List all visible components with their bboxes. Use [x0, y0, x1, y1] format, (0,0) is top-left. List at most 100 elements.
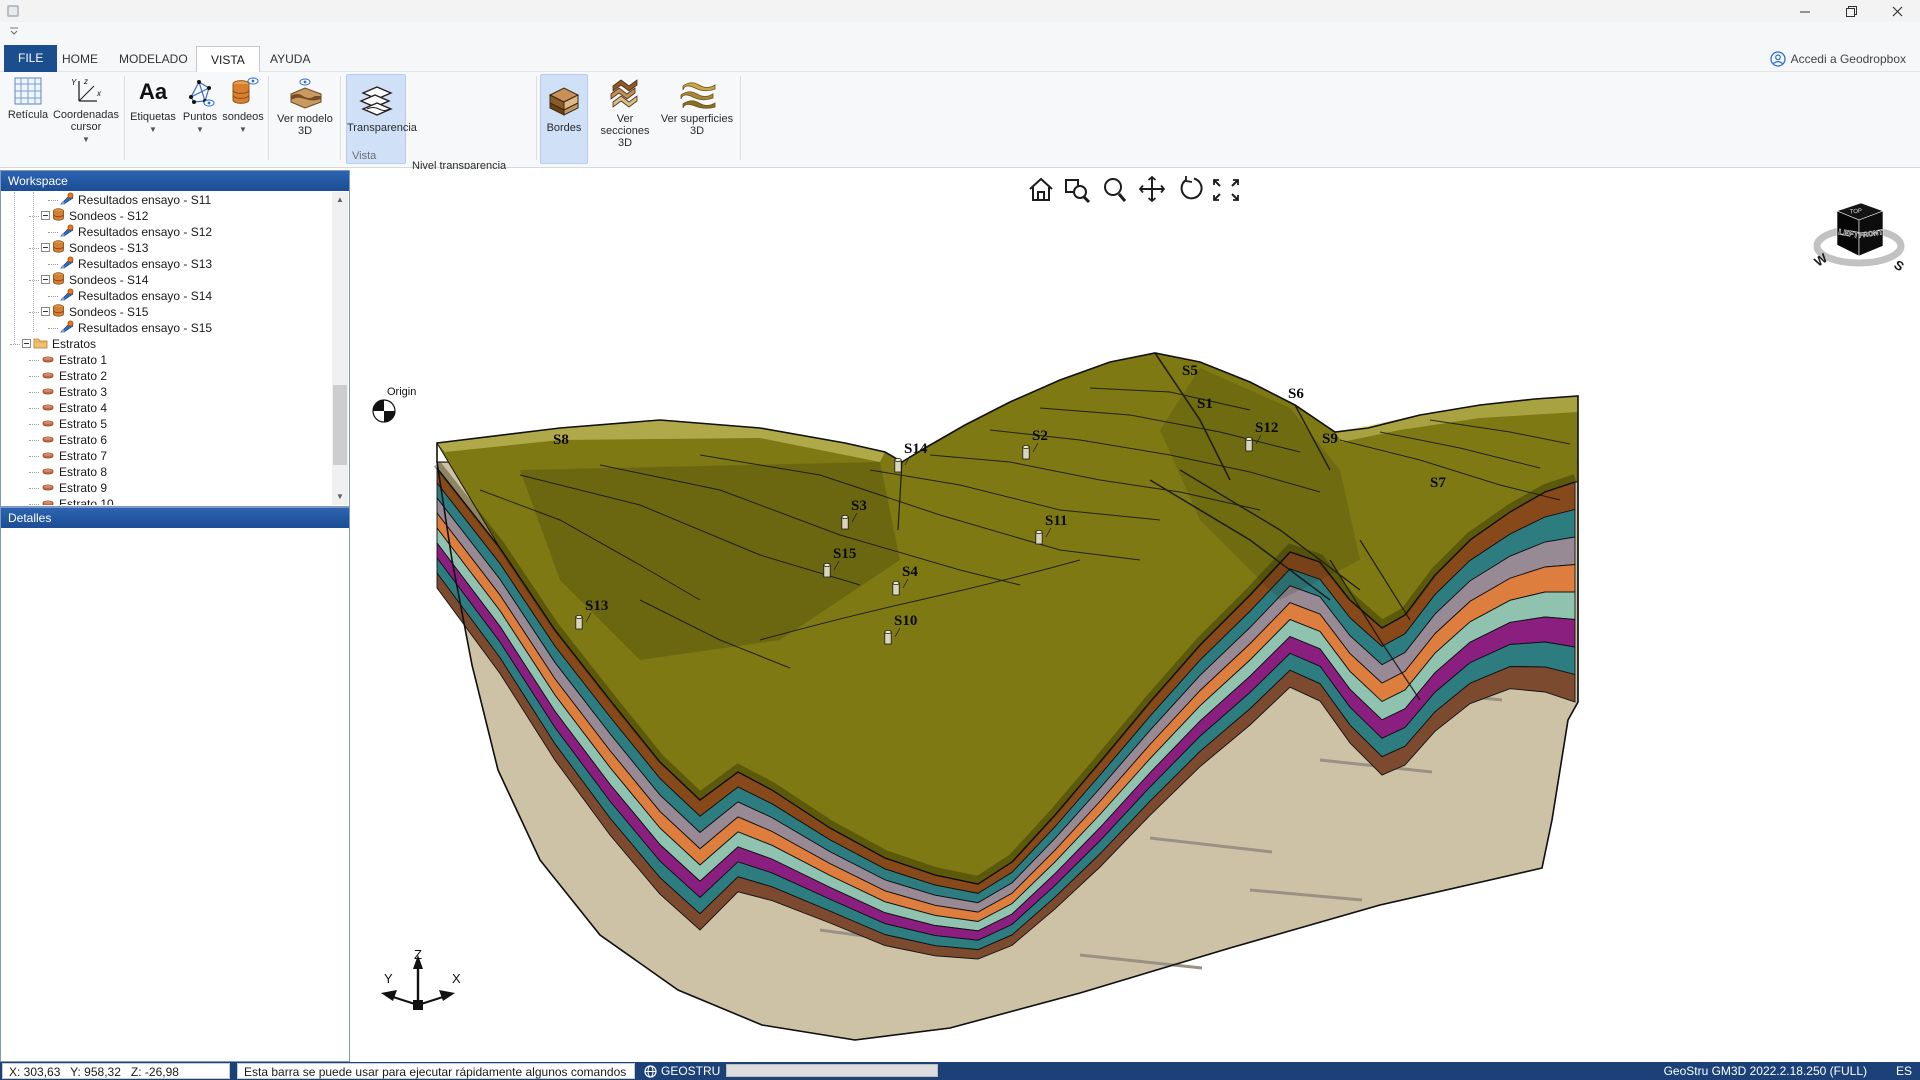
borehole-label-s7: S7 — [1430, 475, 1446, 491]
tree-item-resultados-ensayo-s15[interactable]: Resultados ensayo - S15 — [48, 320, 212, 336]
tab-home[interactable]: HOME — [48, 46, 112, 72]
puntos-button[interactable]: Puntos ▼ — [180, 74, 220, 136]
workspace-header[interactable]: Workspace — [1, 171, 349, 191]
borehole-label-s8: S8 — [553, 432, 569, 448]
borehole-s6: S6 — [1288, 386, 1304, 402]
tree-expand-icon[interactable] — [41, 209, 52, 223]
status-bar: X: 303,63 Y: 958,32 Z: -26,98 Esta barra… — [0, 1062, 1920, 1080]
tree-item-label: Estrato 7 — [59, 449, 107, 463]
viewport-3d[interactable]: TOP LEFT FRONT W S Origin Z Y X — [351, 169, 1920, 1062]
tree-item-estrato-2[interactable]: Estrato 2 — [29, 368, 107, 384]
tree-item-resultados-ensayo-s12[interactable]: Resultados ensayo - S12 — [48, 224, 212, 240]
dropdown-caret-icon[interactable]: ▼ — [222, 124, 264, 136]
tree-item-estrato-8[interactable]: Estrato 8 — [29, 464, 107, 480]
tree-item-estrato-9[interactable]: Estrato 9 — [29, 480, 107, 496]
tree-item-sondeos-s15[interactable]: Sondeos - S15 — [29, 304, 148, 320]
tree-item-resultados-ensayo-s13[interactable]: Resultados ensayo - S13 — [48, 256, 212, 272]
coordenadas-cursor-button[interactable]: Y z x Coordenadas cursor ▼ — [52, 74, 120, 146]
tab-vista[interactable]: VISTA — [196, 46, 260, 72]
sondeos-button[interactable]: sondeos ▼ — [222, 74, 264, 136]
tree-connector — [29, 440, 39, 441]
tree-item-sondeos-s14[interactable]: Sondeos - S14 — [29, 272, 148, 288]
resultado-icon — [60, 192, 74, 208]
close-button[interactable] — [1874, 0, 1920, 22]
tree-item-estrato-1[interactable]: Estrato 1 — [29, 352, 107, 368]
status-progress-bar — [726, 1064, 938, 1077]
workspace-tree: Resultados ensayo - S11Sondeos - S12Resu… — [2, 192, 331, 505]
tree-connector — [48, 328, 58, 329]
estrato-icon — [41, 401, 55, 415]
tree-connector — [29, 456, 39, 457]
command-hint-bar[interactable]: Esta barra se puede usar para ejecutar r… — [237, 1063, 635, 1079]
language-indicator[interactable]: ES — [1896, 1064, 1912, 1078]
tree-connector — [29, 392, 39, 393]
borehole-label-s10: S10 — [894, 613, 917, 629]
tab-ayuda[interactable]: AYUDA — [256, 46, 324, 72]
tree-expand-icon[interactable] — [41, 241, 52, 255]
tree-item-sondeos-s12[interactable]: Sondeos - S12 — [29, 208, 148, 224]
tree-connector — [29, 376, 39, 377]
tree-item-label: Estrato 4 — [59, 401, 107, 415]
dropdown-caret-icon[interactable]: ▼ — [180, 124, 220, 136]
tree-item-estratos[interactable]: Estratos — [10, 336, 96, 352]
svg-text:z: z — [83, 77, 88, 86]
toolbar-options-icon[interactable] — [8, 27, 22, 37]
estrato-icon — [41, 417, 55, 431]
tree-item-estrato-7[interactable]: Estrato 7 — [29, 448, 107, 464]
resultado-icon — [60, 288, 74, 304]
tree-item-resultados-ensayo-s11[interactable]: Resultados ensayo - S11 — [48, 192, 211, 208]
dropdown-caret-icon[interactable]: ▼ — [52, 134, 120, 146]
tree-guide — [14, 192, 15, 344]
reticula-button[interactable]: Retícula — [6, 74, 50, 121]
labels-Aa-icon: Aa — [128, 76, 178, 108]
tree-expand-icon[interactable] — [41, 273, 52, 287]
tree-expand-icon[interactable] — [41, 305, 52, 319]
tree-item-estrato-6[interactable]: Estrato 6 — [29, 432, 107, 448]
tree-connector — [48, 232, 58, 233]
tree-item-estrato-5[interactable]: Estrato 5 — [29, 416, 107, 432]
tree-expand-icon[interactable] — [22, 337, 33, 351]
tree-item-sondeos-s13[interactable]: Sondeos - S13 — [29, 240, 148, 256]
borehole-label-s13: S13 — [585, 598, 608, 614]
dropdown-caret-icon[interactable]: ▼ — [128, 124, 178, 136]
tree-connector — [29, 424, 39, 425]
scroll-up-icon[interactable]: ▲ — [332, 192, 348, 208]
detalles-header[interactable]: Detalles — [1, 508, 349, 528]
quick-access-toolbar — [0, 22, 1920, 42]
geostru-brand[interactable]: GEOSTRU — [644, 1062, 720, 1080]
tree-connector — [48, 264, 58, 265]
borehole-label-s15: S15 — [833, 546, 856, 562]
geological-model[interactable]: S8S2S14S3S11S15S4S13S10S5S1S6S12S9S7 — [351, 169, 1920, 1062]
tree-item-estrato-4[interactable]: Estrato 4 — [29, 400, 107, 416]
tree-connector — [10, 344, 20, 345]
sondeo-icon — [52, 208, 65, 224]
tree-connector — [29, 488, 39, 489]
surfaces-icon — [677, 76, 717, 110]
tree-item-label: Resultados ensayo - S11 — [78, 193, 211, 207]
bordes-label: Bordes — [547, 122, 582, 134]
resultado-icon — [60, 256, 74, 272]
ver-modelo-3d-button[interactable]: Ver modelo 3D — [274, 74, 336, 137]
scroll-thumb[interactable] — [333, 385, 347, 465]
ver-secciones-3d-button[interactable]: Ver secciones 3D — [594, 74, 656, 149]
restore-button[interactable] — [1828, 0, 1874, 22]
ribbon: Retícula Y z x Coordenadas cursor ▼ Aa E… — [0, 72, 1920, 168]
tree-item-resultados-ensayo-s14[interactable]: Resultados ensayo - S14 — [48, 288, 212, 304]
coord-x: X: 303,63 — [9, 1065, 60, 1079]
etiquetas-button[interactable]: Aa Etiquetas ▼ — [128, 74, 178, 136]
tree-item-estrato-10[interactable]: Estrato 10 — [29, 496, 114, 505]
tree-item-label: Resultados ensayo - S12 — [78, 225, 212, 239]
tree-item-label: Estrato 5 — [59, 417, 107, 431]
tab-modelado[interactable]: MODELADO — [105, 46, 202, 72]
tree-item-estrato-3[interactable]: Estrato 3 — [29, 384, 107, 400]
scroll-down-icon[interactable]: ▼ — [332, 489, 348, 505]
workspace-scrollbar[interactable]: ▲ ▼ — [332, 192, 348, 505]
globe-icon — [644, 1065, 657, 1078]
ver-superficies-3d-button[interactable]: Ver superficies 3D — [660, 74, 734, 137]
bordes-button[interactable]: Bordes — [540, 74, 588, 164]
estrato-icon — [41, 353, 55, 367]
borehole-label-s4: S4 — [902, 564, 918, 580]
ver-modelo-label: Ver modelo 3D — [277, 113, 333, 137]
account-login[interactable]: Accedi a Geodropbox — [1770, 50, 1906, 68]
minimize-button[interactable] — [1782, 0, 1828, 22]
